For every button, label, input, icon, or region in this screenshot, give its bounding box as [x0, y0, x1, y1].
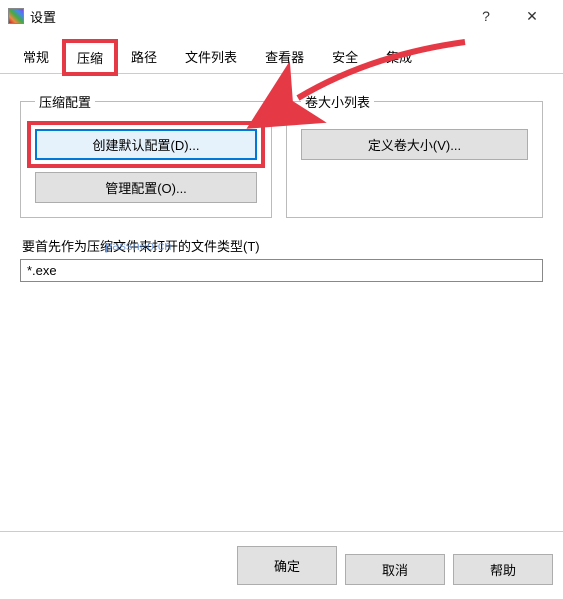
manage-profile-button[interactable]: 管理配置(O)... [35, 172, 257, 203]
close-button[interactable]: ✕ [509, 0, 555, 32]
tab-strip: 常规 压缩 路径 文件列表 查看器 安全 集成 [0, 32, 563, 74]
compress-profile-legend: 压缩配置 [35, 92, 95, 111]
tab-viewer[interactable]: 查看器 [252, 40, 317, 73]
tab-general[interactable]: 常规 [10, 40, 62, 73]
tab-compress[interactable]: 压缩 [64, 41, 116, 74]
filetype-label: 要首先作为压缩文件来打开的文件类型(T) [22, 236, 543, 255]
cancel-button[interactable]: 取消 [345, 554, 445, 585]
help-button-footer[interactable]: 帮助 [453, 554, 553, 585]
define-volume-size-button[interactable]: 定义卷大小(V)... [301, 129, 528, 160]
app-icon [8, 8, 24, 24]
titlebar: 设置 ? ✕ [0, 0, 563, 32]
tab-integration[interactable]: 集成 [373, 40, 425, 73]
ok-button[interactable]: 确定 [237, 546, 337, 585]
create-default-profile-button[interactable]: 创建默认配置(D)... [35, 129, 257, 160]
highlight-create-default: 创建默认配置(D)... [31, 125, 261, 164]
tab-path[interactable]: 路径 [118, 40, 170, 73]
help-button[interactable]: ? [463, 0, 509, 32]
tab-security[interactable]: 安全 [319, 40, 371, 73]
filetype-input[interactable] [20, 259, 543, 282]
dialog-footer: 确定 取消 帮助 [0, 532, 563, 599]
tab-filelist[interactable]: 文件列表 [172, 40, 250, 73]
compress-profile-group: 压缩配置 创建默认配置(D)... 管理配置(O)... [20, 92, 272, 218]
volume-list-legend: 卷大小列表 [301, 92, 374, 111]
tab-content: 压缩配置 创建默认配置(D)... 管理配置(O)... 卷大小列表 定义卷大小… [0, 74, 563, 532]
watermark-text: passneo.cn [105, 238, 172, 253]
window-title: 设置 [30, 7, 463, 26]
volume-list-group: 卷大小列表 定义卷大小(V)... [286, 92, 543, 218]
